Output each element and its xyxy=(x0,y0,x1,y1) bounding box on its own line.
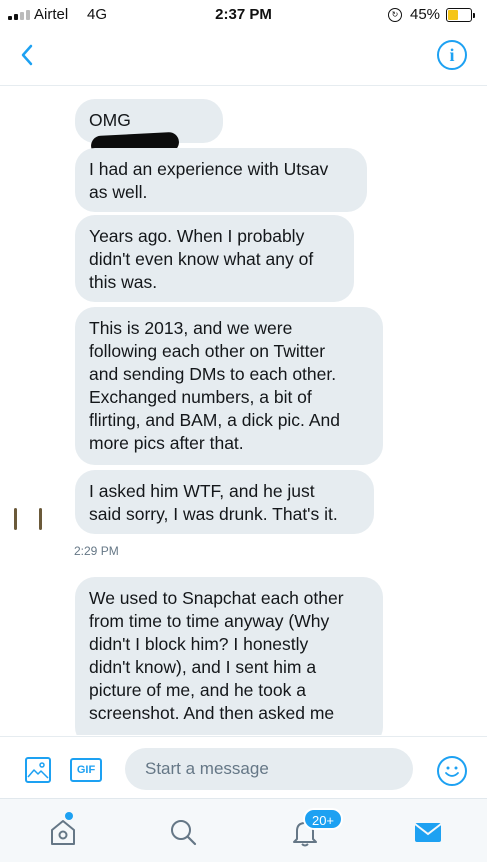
rotation-lock-icon: ↻ xyxy=(388,8,402,22)
gif-label: GIF xyxy=(76,764,96,776)
image-icon xyxy=(27,762,49,779)
back-button[interactable] xyxy=(14,40,44,70)
message-bubble: I asked him WTF, and he just said sorry,… xyxy=(75,470,374,534)
envelope-icon xyxy=(414,823,442,842)
message-thread[interactable]: OMG I had an experience with Utsav as we… xyxy=(0,87,487,735)
avatar-fragment xyxy=(14,508,17,530)
message-text: I asked him WTF, and he just said sorry,… xyxy=(89,481,338,524)
notification-badge: 20+ xyxy=(303,808,343,830)
new-content-dot xyxy=(65,812,73,820)
sender-avatar[interactable] xyxy=(14,502,66,536)
message-composer: GIF xyxy=(0,736,487,798)
bottom-tab-bar xyxy=(0,798,487,862)
conversation-header: i xyxy=(0,30,487,86)
chevron-left-icon xyxy=(21,44,33,66)
message-text: This is 2013, and we were following each… xyxy=(89,318,340,453)
message-text: We used to Snapchat each other from time… xyxy=(89,588,344,723)
message-text: OMG xyxy=(89,110,131,130)
tab-messages[interactable] xyxy=(411,815,445,849)
gif-button[interactable]: GIF xyxy=(70,758,102,782)
battery-icon xyxy=(446,8,475,22)
message-text: I had an experience with Utsav as well. xyxy=(89,159,329,202)
search-icon xyxy=(171,820,197,846)
battery-percent: 45% xyxy=(410,6,441,23)
message-input[interactable] xyxy=(125,748,413,790)
message-bubble: Years ago. When I probably didn't even k… xyxy=(75,215,354,302)
message-bubble: We used to Snapchat each other from time… xyxy=(75,577,383,735)
message-text: Years ago. When I probably didn't even k… xyxy=(89,226,314,292)
status-bar: Airtel 4G 2:37 PM ↻ 45% xyxy=(0,0,487,30)
message-bubble: OMG xyxy=(75,99,223,157)
info-button[interactable]: i xyxy=(437,40,467,70)
smiley-icon xyxy=(445,766,459,777)
info-icon: i xyxy=(449,45,455,65)
avatar-fragment xyxy=(39,508,42,530)
add-photo-button[interactable] xyxy=(25,757,51,783)
battery-level-fill xyxy=(448,10,458,20)
message-timestamp: 2:29 PM xyxy=(74,544,119,558)
message-bubble: I had an experience with Utsav as well. xyxy=(75,148,367,212)
emoji-button[interactable] xyxy=(437,756,467,786)
message-bubble: This is 2013, and we were following each… xyxy=(75,307,383,465)
home-icon xyxy=(51,820,75,845)
tab-home[interactable] xyxy=(46,812,80,849)
tab-search[interactable] xyxy=(166,815,200,849)
